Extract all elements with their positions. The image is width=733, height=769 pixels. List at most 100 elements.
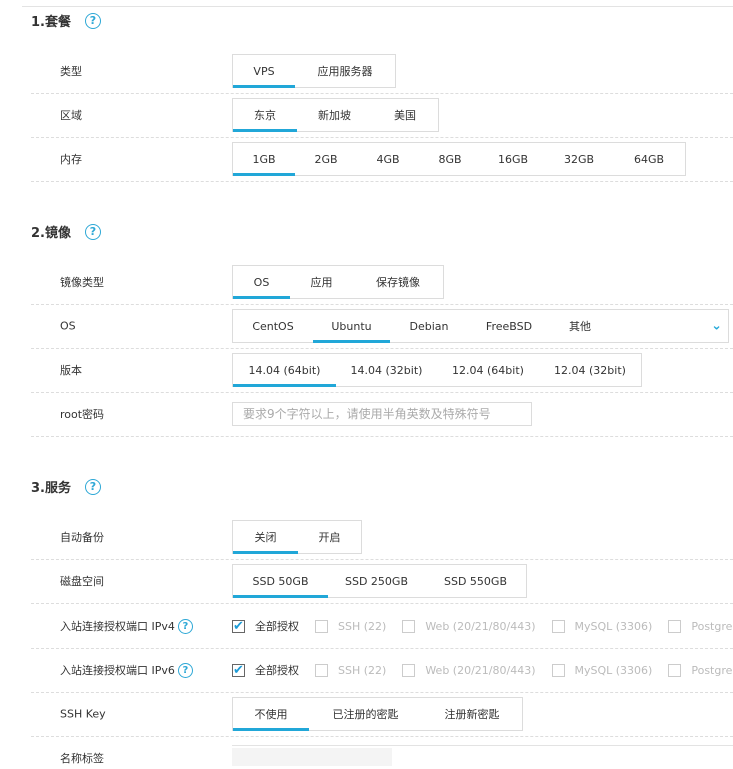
os-option-ubuntu[interactable]: Ubuntu [313, 310, 390, 343]
checkbox-icon[interactable] [551, 619, 565, 633]
memory-selector: 1GB 2GB 4GB 8GB 16GB 32GB 64GB [232, 142, 686, 176]
region-selector: 东京 新加坡 美国 [232, 98, 439, 132]
ssh-key-selector: 不使用 已注册的密匙 注册新密匙 [232, 697, 523, 731]
os-option-centos[interactable]: CentOS [233, 310, 313, 342]
memory-option-1gb[interactable]: 1GB [233, 143, 295, 176]
checkbox-icon[interactable] [315, 619, 328, 633]
ssh-key-option-none[interactable]: 不使用 [233, 698, 309, 731]
ipv6-label: 入站连接授权端口 IPv6 ? [60, 662, 193, 678]
row-ipv4: 入站连接授权端口 IPv4 ? 全部授权 SSH (22) Web (20/21… [31, 604, 733, 649]
section-title-image-text: 2.镜像 [31, 226, 71, 241]
disk-option-250gb[interactable]: SSD 250GB [328, 565, 425, 597]
ipv4-label-text: 入站连接授权端口 IPv4 [60, 620, 175, 633]
name-tag-divider [232, 745, 733, 746]
checkbox-icon[interactable] [315, 663, 328, 677]
ipv4-label: 入站连接授权端口 IPv4 ? [60, 618, 193, 634]
ipv4-checkbox-web-label: Web (20/21/80/443) [425, 619, 536, 633]
region-option-tokyo[interactable]: 东京 [233, 99, 297, 132]
name-tag-label: 名称标签 [60, 752, 104, 765]
disk-selector: SSD 50GB SSD 250GB SSD 550GB [232, 564, 527, 598]
version-option-1404-32[interactable]: 14.04 (32bit) [336, 354, 437, 386]
checkbox-icon[interactable] [402, 663, 416, 677]
region-label: 区域 [60, 109, 82, 122]
help-icon[interactable]: ? [84, 478, 101, 495]
ipv6-checkbox-web[interactable]: Web (20/21/80/443) [402, 663, 536, 677]
row-memory: 内存 1GB 2GB 4GB 8GB 16GB 32GB 64GB [31, 137, 733, 182]
disk-option-50gb[interactable]: SSD 50GB [233, 565, 328, 598]
ipv4-checkbox-mysql[interactable]: MySQL (3306) [551, 619, 653, 633]
memory-option-32gb[interactable]: 32GB [545, 143, 613, 175]
ipv6-checkbox-group: 全部授权 SSH (22) Web (20/21/80/443) MySQL (… [232, 662, 733, 678]
version-option-1204-64[interactable]: 12.04 (64bit) [437, 354, 539, 386]
memory-option-8gb[interactable]: 8GB [419, 143, 481, 175]
ssh-key-label: SSH Key [60, 707, 106, 721]
checkbox-icon[interactable] [668, 619, 682, 633]
memory-label: 内存 [60, 153, 82, 166]
image-type-option-saved[interactable]: 保存镜像 [353, 266, 443, 298]
help-icon[interactable]: ? [84, 223, 101, 240]
type-selector: VPS 应用服务器 [232, 54, 396, 88]
top-divider [22, 6, 733, 7]
checkbox-checked-icon[interactable] [232, 663, 245, 677]
chevron-down-icon[interactable]: ⌄ [711, 319, 722, 334]
version-option-1204-32[interactable]: 12.04 (32bit) [539, 354, 641, 386]
ipv6-checkbox-ssh-label: SSH (22) [338, 663, 387, 677]
region-option-usa[interactable]: 美国 [372, 99, 438, 131]
ssh-key-option-registered[interactable]: 已注册的密匙 [309, 698, 422, 730]
help-icon[interactable]: ? [177, 618, 193, 634]
ipv4-checkbox-postgres[interactable]: PostgreS [668, 619, 733, 633]
memory-option-16gb[interactable]: 16GB [481, 143, 545, 175]
memory-option-2gb[interactable]: 2GB [295, 143, 357, 175]
row-disk: 磁盘空间 SSD 50GB SSD 250GB SSD 550GB [31, 559, 733, 604]
root-password-label: root密码 [60, 408, 105, 421]
ipv6-checkbox-postgres-label: PostgreS [691, 663, 733, 677]
region-option-singapore[interactable]: 新加坡 [297, 99, 372, 131]
row-auto-backup: 自动备份 关闭 开启 [31, 515, 733, 560]
image-type-option-app[interactable]: 应用 [290, 266, 353, 298]
name-tag-input[interactable] [232, 748, 392, 766]
ssh-key-option-new[interactable]: 注册新密匙 [422, 698, 522, 730]
os-selector: CentOS Ubuntu Debian FreeBSD 其他 ⌄ [232, 309, 729, 343]
ipv4-checkbox-ssh[interactable]: SSH (22) [315, 619, 386, 633]
checkbox-checked-icon[interactable] [232, 619, 245, 633]
checkbox-icon[interactable] [402, 619, 416, 633]
section-title-plan-text: 1.套餐 [31, 15, 71, 30]
help-icon[interactable]: ? [177, 662, 193, 678]
checkbox-icon[interactable] [668, 663, 682, 677]
row-region: 区域 东京 新加坡 美国 [31, 93, 733, 138]
type-option-app-server[interactable]: 应用服务器 [295, 55, 395, 87]
ipv4-checkbox-mysql-label: MySQL (3306) [574, 619, 653, 633]
ipv4-checkbox-web[interactable]: Web (20/21/80/443) [402, 619, 536, 633]
memory-option-64gb[interactable]: 64GB [613, 143, 685, 175]
type-option-vps[interactable]: VPS [233, 55, 295, 88]
ipv6-checkbox-mysql-label: MySQL (3306) [574, 663, 653, 677]
help-icon[interactable]: ? [84, 12, 101, 29]
ipv4-checkbox-all[interactable]: 全部授权 [232, 618, 299, 634]
ipv6-checkbox-all[interactable]: 全部授权 [232, 662, 299, 678]
image-type-selector: OS 应用 保存镜像 [232, 265, 444, 299]
ipv6-checkbox-all-label: 全部授权 [255, 664, 299, 677]
disk-option-550gb[interactable]: SSD 550GB [425, 565, 526, 597]
ipv4-checkbox-postgres-label: PostgreS [691, 619, 733, 633]
os-label: OS [60, 319, 76, 333]
os-option-debian[interactable]: Debian [390, 310, 468, 342]
auto-backup-option-off[interactable]: 关闭 [233, 521, 298, 554]
auto-backup-option-on[interactable]: 开启 [298, 521, 361, 553]
section-title-image: 2.镜像 ? [31, 222, 101, 241]
ipv6-checkbox-postgres[interactable]: PostgreS [668, 663, 733, 677]
auto-backup-selector: 关闭 开启 [232, 520, 362, 554]
ipv4-checkbox-all-label: 全部授权 [255, 620, 299, 633]
type-label: 类型 [60, 65, 82, 78]
checkbox-icon[interactable] [551, 663, 565, 677]
row-version: 版本 14.04 (64bit) 14.04 (32bit) 12.04 (64… [31, 348, 733, 393]
ipv6-checkbox-mysql[interactable]: MySQL (3306) [551, 663, 653, 677]
version-label: 版本 [60, 364, 82, 377]
memory-option-4gb[interactable]: 4GB [357, 143, 419, 175]
image-type-option-os[interactable]: OS [233, 266, 290, 299]
os-option-freebsd[interactable]: FreeBSD [468, 310, 550, 342]
root-password-input[interactable] [232, 402, 532, 426]
os-option-other[interactable]: 其他 [550, 310, 610, 342]
ipv6-checkbox-ssh[interactable]: SSH (22) [315, 663, 387, 677]
version-option-1404-64[interactable]: 14.04 (64bit) [233, 354, 336, 387]
section-title-service: 3.服务 ? [31, 477, 101, 496]
